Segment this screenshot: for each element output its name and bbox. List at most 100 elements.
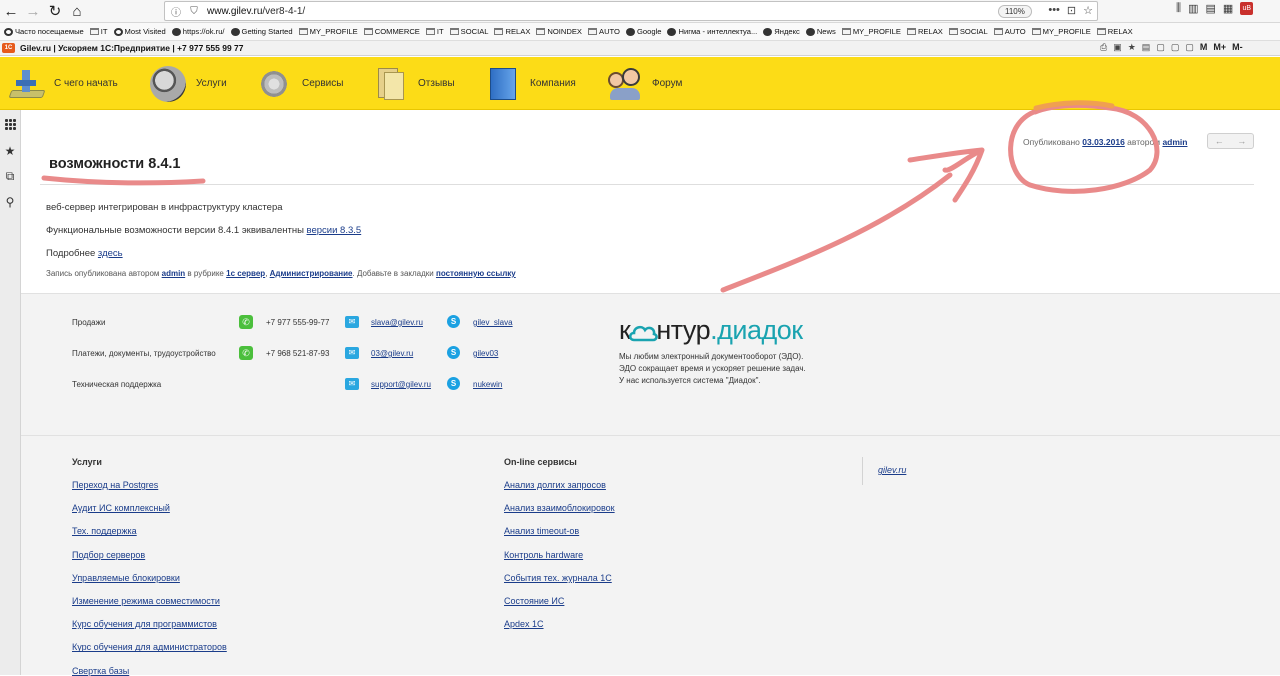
bookmark-item[interactable]: AUTO (588, 27, 620, 36)
bookmark-item[interactable]: https://ok.ru/ (171, 27, 225, 36)
bookmark-star-icon[interactable]: ☆ (1083, 4, 1093, 17)
search-icon[interactable]: ⚲ (2, 194, 18, 210)
more-link[interactable]: здесь (98, 248, 123, 259)
bookmark-item[interactable]: NOINDEX (536, 27, 582, 36)
memory-m-plus-button[interactable]: M+ (1213, 42, 1226, 53)
apps-grid-icon[interactable] (2, 116, 18, 132)
bookmark-item[interactable]: RELAX (494, 27, 530, 36)
bookmark-item[interactable]: Нигма - интеллектуа... (667, 27, 757, 36)
memory-m-minus-button[interactable]: M- (1232, 42, 1243, 53)
footer-service-link[interactable]: Переход на Postgres (72, 480, 158, 490)
bookmark-item[interactable]: MY_PROFILE (841, 27, 901, 36)
zoom-level-badge[interactable]: 110% (998, 5, 1032, 18)
footer-online-link[interactable]: Анализ взаимоблокировок (504, 503, 615, 513)
footer-service-link[interactable]: Курс обучения для программистов (72, 619, 217, 629)
info-icon[interactable]: ⓘ (169, 4, 183, 19)
footer-service-link[interactable]: Аудит ИС комплексный (72, 503, 170, 513)
footer-online-link[interactable]: Apdex 1C (504, 619, 544, 629)
footer-online-link[interactable]: Контроль hardware (504, 550, 583, 560)
version-link[interactable]: версии 8.3.5 (307, 225, 362, 236)
nav-item-company[interactable]: Компания (484, 57, 576, 110)
save-icon[interactable]: ▣ (1113, 42, 1122, 53)
category-link[interactable]: Администрирование (270, 269, 353, 278)
bookmark-label: News (816, 27, 836, 36)
notes-icon[interactable]: ▤ (1142, 42, 1151, 53)
bookmark-item[interactable]: IT (425, 27, 444, 36)
shield-icon[interactable]: ⛉ (187, 6, 201, 17)
bookmark-label: AUTO (1004, 27, 1026, 36)
post-pager: ← → (1207, 133, 1254, 149)
category-link[interactable]: 1с сервер (226, 269, 265, 278)
post-date-link[interactable]: 03.03.2016 (1082, 137, 1125, 147)
footer-service-link[interactable]: Тех. поддержка (72, 526, 137, 536)
library-icon[interactable]: ⫼ (1176, 2, 1181, 15)
skype-link[interactable]: gilev_slava (473, 318, 513, 327)
bookmark-item[interactable]: SOCIAL (948, 27, 988, 36)
home-button[interactable]: ⌂ (66, 0, 88, 22)
nav-item-reviews[interactable]: Отзывы (372, 57, 455, 110)
sidebar-toggle-icon[interactable]: ▥ (1188, 2, 1198, 15)
bookmark-item[interactable]: News (805, 27, 836, 36)
favorite-icon[interactable]: ★ (1128, 42, 1136, 53)
footer-service-link[interactable]: Управляемые блокировки (72, 573, 180, 583)
bookmark-item[interactable]: Most Visited (113, 27, 166, 36)
footer-service-link[interactable]: Курс обучения для администраторов (72, 642, 227, 652)
memory-m-button[interactable]: M (1200, 42, 1208, 53)
ublock-icon[interactable]: uB (1240, 2, 1254, 15)
pocket-icon[interactable]: ⊡ (1067, 4, 1076, 17)
footer-site-link[interactable]: gilev.ru (878, 465, 906, 475)
back-button[interactable]: ← (0, 0, 22, 22)
bookmark-item[interactable]: MY_PROFILE (1031, 27, 1091, 36)
bookmark-item[interactable]: Getting Started (230, 27, 293, 36)
email-link[interactable]: 03@gilev.ru (371, 349, 413, 358)
nav-item-tools[interactable]: Сервисы (256, 57, 343, 110)
star-icon[interactable]: ★ (2, 143, 18, 159)
footer-online-link[interactable]: Анализ timeout-ов (504, 526, 579, 536)
post-footer-note: Запись опубликована автором admin в рубр… (46, 269, 516, 278)
diadoc-logo[interactable]: к нтур. диадок (619, 313, 879, 347)
post-paragraph: Функциональные возможности версии 8.4.1 … (46, 225, 362, 236)
footer-online-link[interactable]: События тех. журнала 1С (504, 573, 612, 583)
bookmark-item[interactable]: COMMERCE (363, 27, 420, 36)
permalink[interactable]: постоянную ссылку (436, 269, 516, 278)
footer-service-link[interactable]: Подбор серверов (72, 550, 145, 560)
forward-button[interactable]: → (22, 0, 44, 22)
email-link[interactable]: support@gilev.ru (371, 380, 431, 389)
bookmark-item[interactable]: SOCIAL (449, 27, 488, 36)
nav-item-services[interactable]: Услуги (150, 57, 227, 110)
post-author-link[interactable]: admin (1162, 137, 1187, 147)
footer-online-link[interactable]: Анализ долгих запросов (504, 480, 606, 490)
footer-online-link[interactable]: Состояние ИС (504, 596, 564, 606)
nav-item-forum[interactable]: Форум (606, 57, 682, 110)
bookmark-item[interactable]: Яндекс (763, 27, 800, 36)
bookmark-item[interactable]: RELAX (906, 27, 943, 36)
bookmark-item[interactable]: Часто посещаемые (4, 27, 84, 36)
email-link[interactable]: slava@gilev.ru (371, 318, 423, 327)
nav-item-start[interactable]: С чего начать (8, 57, 118, 110)
page-actions-menu-icon[interactable]: ••• (1048, 4, 1060, 17)
bookmark-item[interactable]: IT (89, 27, 108, 36)
print-icon[interactable]: ⎙ (1100, 42, 1107, 53)
reader-icon[interactable]: ▤ (1205, 2, 1215, 15)
gear-icon (113, 27, 123, 36)
bookmark-item[interactable]: RELAX (1096, 27, 1133, 36)
addon-icon-2[interactable]: ▢ (1171, 42, 1180, 53)
bookmark-item[interactable]: AUTO (993, 27, 1026, 36)
footer-service-link[interactable]: Изменение режима совместимости (72, 596, 220, 606)
url-text[interactable]: www.gilev.ru/ver8-4-1/ (207, 6, 305, 17)
bookmark-item[interactable]: MY_PROFILE (298, 27, 358, 36)
footer-service-link[interactable]: Свертка базы (72, 666, 129, 676)
skype-link[interactable]: gilev03 (473, 349, 498, 358)
bookmark-label: SOCIAL (959, 27, 988, 36)
prev-post-button[interactable]: ← (1215, 136, 1224, 146)
screenshot-icon[interactable]: ▦ (1223, 2, 1233, 15)
address-bar[interactable]: ⓘ ⛉ www.gilev.ru/ver8-4-1/ 110% ••• ⊡ ☆ (164, 1, 1098, 21)
addon-icon-3[interactable]: ▢ (1185, 42, 1194, 53)
bookmark-item[interactable]: Google (625, 27, 661, 36)
reload-button[interactable]: ↻ (44, 0, 66, 22)
addon-icon-1[interactable]: ▢ (1156, 42, 1165, 53)
copy-icon[interactable]: ⧉ (2, 168, 18, 184)
skype-link[interactable]: nukewin (473, 380, 502, 389)
next-post-button[interactable]: → (1237, 136, 1246, 146)
note-author-link[interactable]: admin (162, 269, 186, 278)
